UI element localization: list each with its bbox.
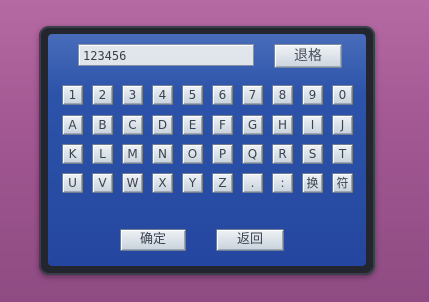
return-button[interactable]: 返回: [216, 229, 284, 251]
key-period[interactable]: .: [242, 173, 263, 193]
key-s[interactable]: S: [302, 144, 323, 164]
switch-mode-key[interactable]: 换: [302, 173, 323, 193]
key-u[interactable]: U: [62, 173, 83, 193]
key-k[interactable]: K: [62, 144, 83, 164]
key-x[interactable]: X: [152, 173, 173, 193]
key-colon[interactable]: :: [272, 173, 293, 193]
key-9[interactable]: 9: [302, 85, 323, 105]
key-7[interactable]: 7: [242, 85, 263, 105]
key-l[interactable]: L: [92, 144, 113, 164]
key-6[interactable]: 6: [212, 85, 233, 105]
key-1[interactable]: 1: [62, 85, 83, 105]
key-y[interactable]: Y: [182, 173, 203, 193]
key-n[interactable]: N: [152, 144, 173, 164]
key-f[interactable]: F: [212, 115, 233, 135]
key-m[interactable]: M: [122, 144, 143, 164]
key-b[interactable]: B: [92, 115, 113, 135]
key-j[interactable]: J: [332, 115, 353, 135]
key-a[interactable]: A: [62, 115, 83, 135]
key-i[interactable]: I: [302, 115, 323, 135]
key-z[interactable]: Z: [212, 173, 233, 193]
key-8[interactable]: 8: [272, 85, 293, 105]
key-p[interactable]: P: [212, 144, 233, 164]
symbol-key[interactable]: 符: [332, 173, 353, 193]
key-q[interactable]: Q: [242, 144, 263, 164]
key-v[interactable]: V: [92, 173, 113, 193]
key-4[interactable]: 4: [152, 85, 173, 105]
backspace-button[interactable]: 退格: [274, 44, 342, 68]
key-o[interactable]: O: [182, 144, 203, 164]
key-g[interactable]: G: [242, 115, 263, 135]
key-5[interactable]: 5: [182, 85, 203, 105]
key-t[interactable]: T: [332, 144, 353, 164]
key-2[interactable]: 2: [92, 85, 113, 105]
key-0[interactable]: 0: [332, 85, 353, 105]
key-3[interactable]: 3: [122, 85, 143, 105]
key-d[interactable]: D: [152, 115, 173, 135]
key-e[interactable]: E: [182, 115, 203, 135]
key-r[interactable]: R: [272, 144, 293, 164]
password-input[interactable]: 123456: [78, 44, 254, 66]
key-h[interactable]: H: [272, 115, 293, 135]
key-c[interactable]: C: [122, 115, 143, 135]
key-w[interactable]: W: [122, 173, 143, 193]
touch-screen: 123456 退格 1 2 3 4 5 6 7 8 9 0 A B C D E …: [48, 34, 366, 266]
confirm-button[interactable]: 确定: [120, 229, 186, 251]
